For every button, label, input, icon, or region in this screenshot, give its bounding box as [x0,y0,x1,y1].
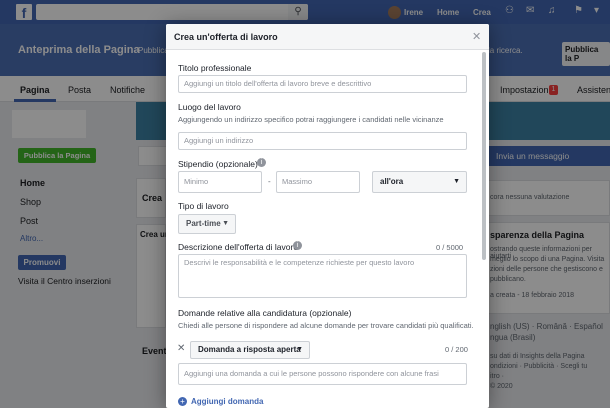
salary-label: Stipendio (opzionale) [178,159,258,169]
description-label: Descrizione dell'offerta di lavoro [178,242,299,252]
salary-period-select[interactable]: all'ora ▼ [372,171,467,193]
job-title-input[interactable]: Aggiungi un titolo dell'offerta di lavor… [178,75,467,93]
job-type-label: Tipo di lavoro [178,201,229,211]
job-type-value: Part-time [186,219,221,228]
questions-help: Chiedi alle persone di rispondere ad alc… [178,321,474,330]
location-help: Aggiungendo un indirizzo specifico potra… [178,115,444,124]
remove-question-icon[interactable]: ✕ [177,343,185,354]
salary-range-dash: - [268,177,271,186]
chevron-down-icon: ▼ [296,346,303,353]
question-type-value: Domanda a risposta aperta [198,345,301,354]
dialog-scrollbar[interactable] [482,52,486,260]
questions-label: Domande relative alla candidatura (opzio… [178,308,352,318]
info-icon[interactable]: i [257,158,266,167]
question-input[interactable]: Aggiungi una domanda a cui le persone po… [178,363,467,385]
add-question-link[interactable]: Aggiungi domanda [191,397,263,406]
salary-max-input[interactable]: Massimo [276,171,360,193]
description-textarea[interactable]: Descrivi le responsabilità e le competen… [178,254,467,298]
chevron-down-icon: ▼ [222,220,229,227]
job-type-select[interactable]: Part-time ▼ [178,214,236,234]
description-counter: 0 / 5000 [436,243,464,252]
question-type-select[interactable]: Domanda a risposta aperta ▼ [190,341,310,359]
dialog-title: Crea un'offerta di lavoro [174,32,278,42]
job-title-label: Titolo professionale [178,63,252,73]
job-offer-dialog: Crea un'offerta di lavoro ✕ Titolo profe… [166,24,489,408]
info-icon[interactable]: i [293,241,302,250]
add-circle-icon[interactable]: + [178,397,187,406]
chevron-down-icon: ▼ [453,178,460,185]
salary-period-value: all'ora [380,177,404,186]
location-label: Luogo del lavoro [178,102,241,112]
question-counter: 0 / 200 [445,345,468,354]
location-input[interactable]: Aggiungi un indirizzo [178,132,467,150]
salary-min-input[interactable]: Minimo [178,171,262,193]
close-icon[interactable]: ✕ [472,30,481,43]
